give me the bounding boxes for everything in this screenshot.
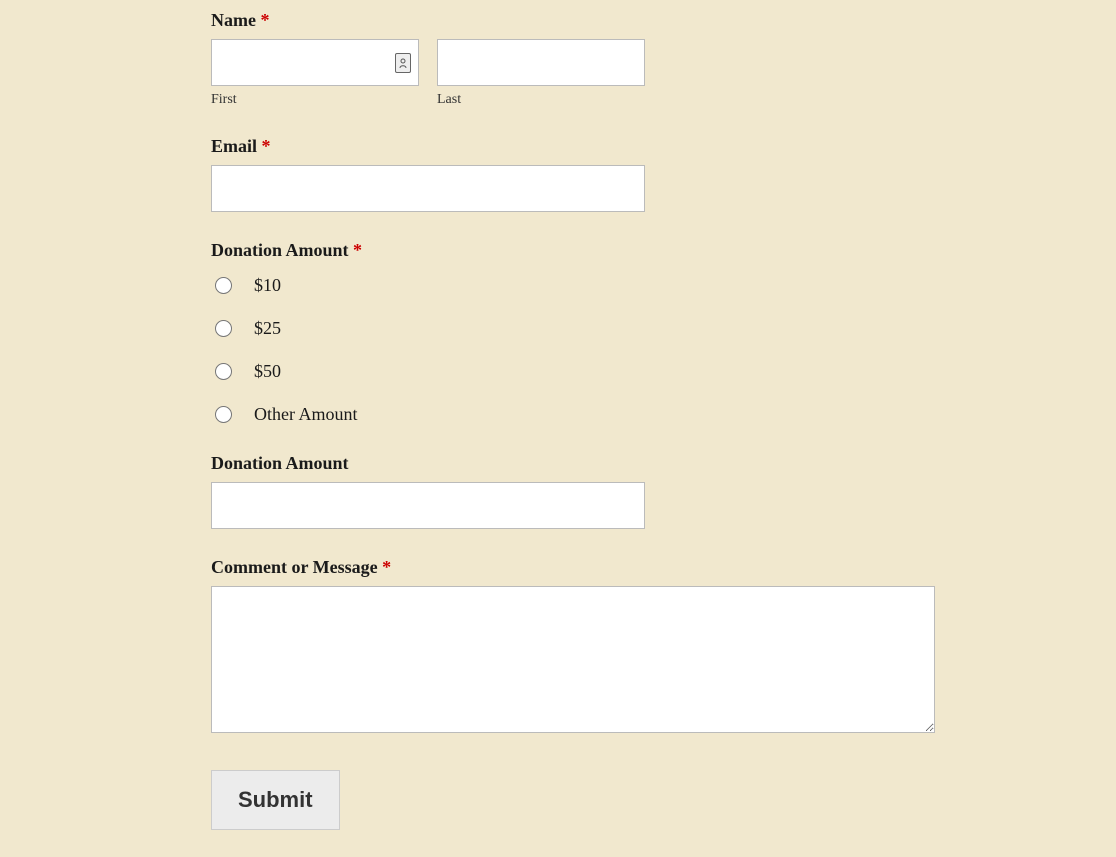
name-required-asterisk: * bbox=[260, 10, 269, 30]
email-label-text: Email bbox=[211, 136, 257, 156]
comment-label-text: Comment or Message bbox=[211, 557, 378, 577]
email-field-group: Email * bbox=[211, 136, 936, 212]
name-label: Name * bbox=[211, 10, 936, 31]
submit-button[interactable]: Submit bbox=[211, 770, 340, 830]
radio-option-10: $10 bbox=[215, 275, 936, 296]
name-field-group: Name * First Last bbox=[211, 10, 936, 108]
donation-text-label: Donation Amount bbox=[211, 453, 936, 474]
email-label: Email * bbox=[211, 136, 936, 157]
email-input[interactable] bbox=[211, 165, 645, 212]
donation-radio-label: Donation Amount * bbox=[211, 240, 936, 261]
donation-text-label-text: Donation Amount bbox=[211, 453, 349, 473]
radio-label-50: $50 bbox=[254, 361, 281, 382]
radio-options-container: $10 $25 $50 Other Amount bbox=[211, 275, 936, 425]
radio-input-10[interactable] bbox=[215, 277, 232, 294]
email-required-asterisk: * bbox=[262, 136, 271, 156]
radio-input-other[interactable] bbox=[215, 406, 232, 423]
comment-textarea[interactable] bbox=[211, 586, 935, 733]
radio-input-50[interactable] bbox=[215, 363, 232, 380]
radio-option-25: $25 bbox=[215, 318, 936, 339]
last-name-wrapper: Last bbox=[437, 39, 645, 108]
donation-amount-input[interactable] bbox=[211, 482, 645, 529]
comment-label: Comment or Message * bbox=[211, 557, 936, 578]
first-name-input[interactable] bbox=[211, 39, 419, 86]
donation-text-group: Donation Amount bbox=[211, 453, 936, 529]
radio-label-10: $10 bbox=[254, 275, 281, 296]
donation-form: Name * First Last bbox=[211, 10, 936, 830]
radio-label-25: $25 bbox=[254, 318, 281, 339]
name-label-text: Name bbox=[211, 10, 256, 30]
donation-radio-required-asterisk: * bbox=[353, 240, 362, 260]
comment-field-group: Comment or Message * bbox=[211, 557, 936, 738]
last-name-input[interactable] bbox=[437, 39, 645, 86]
radio-label-other: Other Amount bbox=[254, 404, 358, 425]
first-name-wrapper: First bbox=[211, 39, 419, 108]
name-row: First Last bbox=[211, 39, 936, 108]
radio-option-other: Other Amount bbox=[215, 404, 936, 425]
radio-option-50: $50 bbox=[215, 361, 936, 382]
last-name-sublabel: Last bbox=[437, 92, 645, 108]
first-name-input-wrap bbox=[211, 39, 419, 86]
donation-radio-label-text: Donation Amount bbox=[211, 240, 349, 260]
radio-input-25[interactable] bbox=[215, 320, 232, 337]
donation-radio-group: Donation Amount * $10 $25 $50 Other Amou… bbox=[211, 240, 936, 425]
comment-required-asterisk: * bbox=[382, 557, 391, 577]
first-name-sublabel: First bbox=[211, 92, 419, 108]
